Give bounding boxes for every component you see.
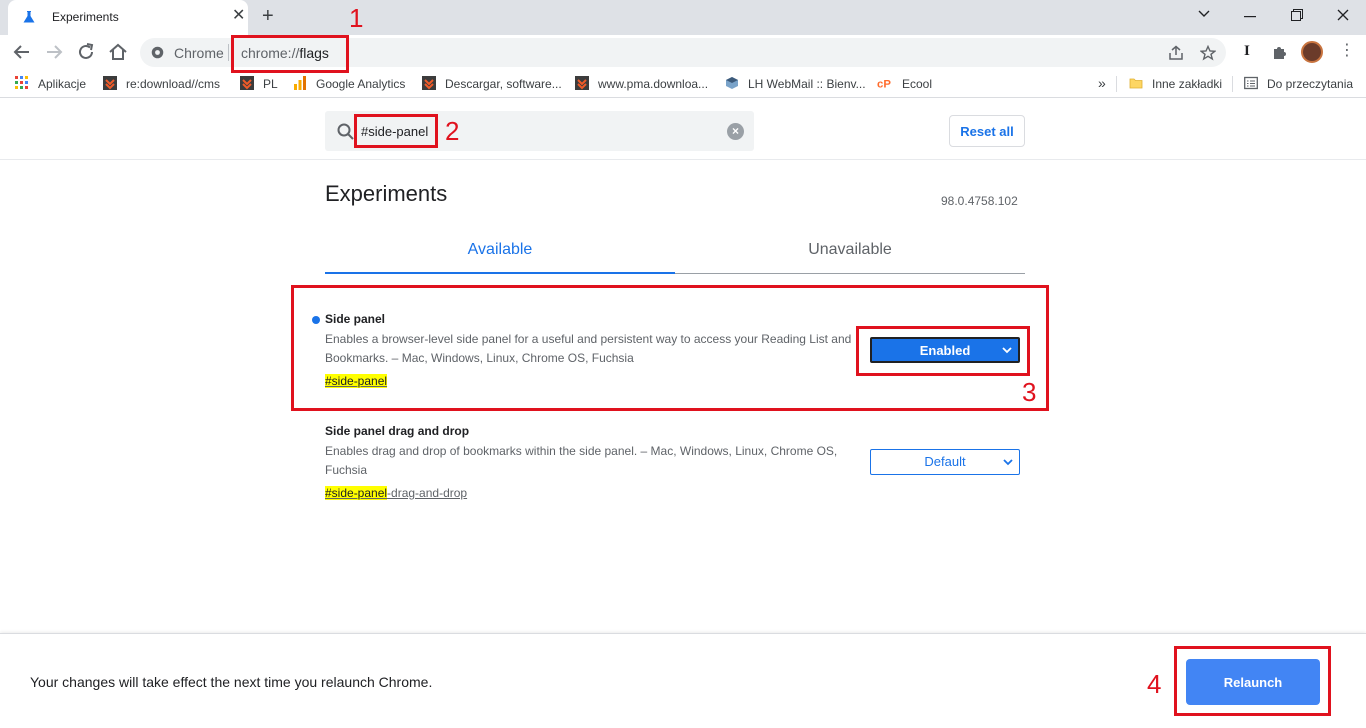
shield-icon [103, 76, 117, 90]
shield-icon [575, 76, 589, 90]
svg-text:cP: cP [877, 78, 891, 90]
flag-description: Enables drag and drop of bookmarks withi… [325, 444, 838, 477]
chrome-icon [151, 46, 164, 59]
profile-avatar[interactable] [1301, 41, 1323, 63]
back-icon[interactable] [11, 41, 33, 63]
restore-icon[interactable] [1291, 9, 1303, 21]
flask-icon [23, 11, 35, 23]
bookmark-folder-other[interactable]: Inne zakładki [1152, 77, 1222, 91]
bookmark-item[interactable]: Descargar, software... [445, 77, 562, 91]
webmail-icon [726, 77, 738, 89]
star-icon[interactable] [1200, 45, 1216, 61]
close-tab-icon[interactable]: ✕ [232, 8, 245, 24]
flag-state-value: Default [924, 454, 966, 469]
home-icon[interactable] [107, 41, 129, 63]
bookmarks-divider [1116, 76, 1117, 92]
search-icon [337, 123, 354, 140]
forward-icon[interactable] [43, 41, 65, 63]
annotation-box-4 [1174, 646, 1331, 716]
folder-icon [1129, 78, 1143, 89]
flag-permalink[interactable]: #side-panel-drag-and-drop [325, 486, 467, 500]
bookmark-item[interactable]: www.pma.downloa... [598, 77, 708, 91]
relaunch-message: Your changes will take effect the next t… [30, 674, 433, 690]
bookmarks-divider [1232, 76, 1233, 92]
tab-unavailable[interactable]: Unavailable [675, 241, 1025, 259]
chevron-down-icon [1003, 459, 1013, 466]
puzzle-extensions-icon[interactable] [1271, 44, 1288, 61]
version-text: 98.0.4758.102 [941, 194, 1018, 208]
bookmark-item[interactable]: Google Analytics [316, 77, 405, 91]
bookmark-item[interactable]: Aplikacje [38, 77, 86, 91]
bookmark-item[interactable]: re:download//cms [126, 77, 220, 91]
annotation-box-3 [856, 326, 1030, 376]
bookmarks-bar: Aplikacje re:download//cms PL Google Ana… [0, 70, 1366, 98]
new-tab-icon[interactable]: + [262, 6, 274, 26]
bookmark-item[interactable]: LH WebMail :: Bienv... [748, 77, 866, 91]
reading-list[interactable]: Do przeczytania [1267, 77, 1353, 91]
page-title: Experiments [325, 181, 448, 206]
reading-list-icon [1244, 76, 1258, 90]
annotation-number-4: 4 [1147, 669, 1162, 699]
reload-icon[interactable] [75, 41, 97, 63]
tab-title: Experiments [52, 10, 119, 24]
flag-state-select[interactable]: Default [870, 449, 1020, 475]
toolbar: Chrome chrome://flags I ⋮ [0, 35, 1366, 70]
flag-permalink-rest: -drag-and-drop [387, 486, 468, 500]
share-icon[interactable] [1168, 45, 1184, 61]
tab-search-chevron-icon[interactable] [1198, 10, 1210, 18]
browser-tab[interactable]: Experiments ✕ [8, 0, 248, 35]
cpanel-icon: cP [877, 78, 891, 90]
tab-strip: Experiments ✕ + [0, 0, 1366, 35]
text-cursor-extension-icon[interactable]: I [1244, 43, 1250, 60]
shield-icon [422, 76, 436, 90]
apps-grid-icon [15, 76, 28, 89]
annotation-box-1 [231, 35, 349, 73]
analytics-icon [294, 76, 306, 90]
flags-search-header: × Reset all [0, 99, 1366, 160]
flag-permalink-match: #side-panel [325, 486, 388, 500]
site-chip: Chrome [174, 45, 224, 61]
bookmark-item[interactable]: Ecool [902, 77, 932, 91]
shield-icon [240, 76, 254, 90]
close-window-icon[interactable] [1337, 9, 1349, 21]
reset-all-button[interactable]: Reset all [949, 115, 1025, 147]
annotation-number-3: 3 [1022, 377, 1037, 407]
annotation-number-2: 2 [445, 116, 460, 146]
flag-title: Side panel drag and drop [325, 424, 470, 438]
more-bookmarks-icon[interactable]: » [1098, 75, 1106, 91]
bookmark-item[interactable]: PL [263, 77, 278, 91]
menu-kebab-icon[interactable]: ⋮ [1339, 41, 1355, 61]
annotation-number-1: 1 [349, 3, 364, 33]
clear-search-icon[interactable]: × [727, 123, 744, 140]
active-tab-indicator [325, 272, 675, 274]
omnibox-divider [228, 44, 229, 61]
tab-available[interactable]: Available [325, 241, 675, 259]
annotation-box-2 [354, 114, 438, 148]
minimize-icon[interactable] [1244, 16, 1256, 18]
